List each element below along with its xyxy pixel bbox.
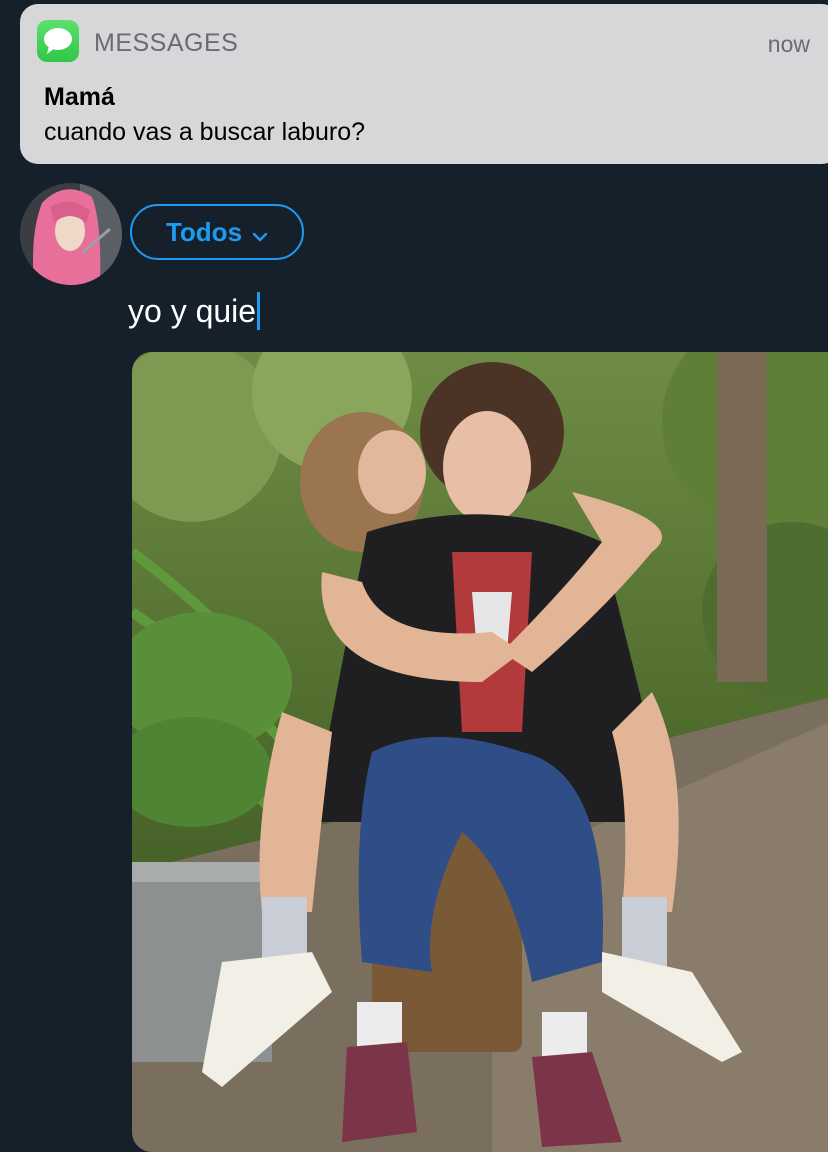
message-notification[interactable]: MESSAGES now Mamá cuando vas a buscar la…	[20, 4, 828, 164]
compose-text: yo y quie	[128, 292, 257, 329]
text-cursor	[257, 292, 261, 330]
attached-photo[interactable]	[132, 352, 828, 1152]
avatar[interactable]	[20, 183, 122, 285]
notification-sender: Mamá	[44, 83, 115, 111]
avatar-image	[20, 183, 122, 285]
chevron-down-icon	[252, 218, 268, 249]
messages-app-icon	[37, 20, 79, 62]
notification-message: cuando vas a buscar laburo?	[44, 118, 366, 146]
photo-image	[132, 352, 828, 1152]
tweet-compose-input[interactable]: yo y quie	[128, 292, 261, 330]
audience-selector-button[interactable]: Todos	[130, 204, 304, 260]
notification-time: now	[767, 31, 810, 57]
audience-label: Todos	[165, 216, 243, 247]
notification-app-name: MESSAGES	[94, 29, 239, 57]
